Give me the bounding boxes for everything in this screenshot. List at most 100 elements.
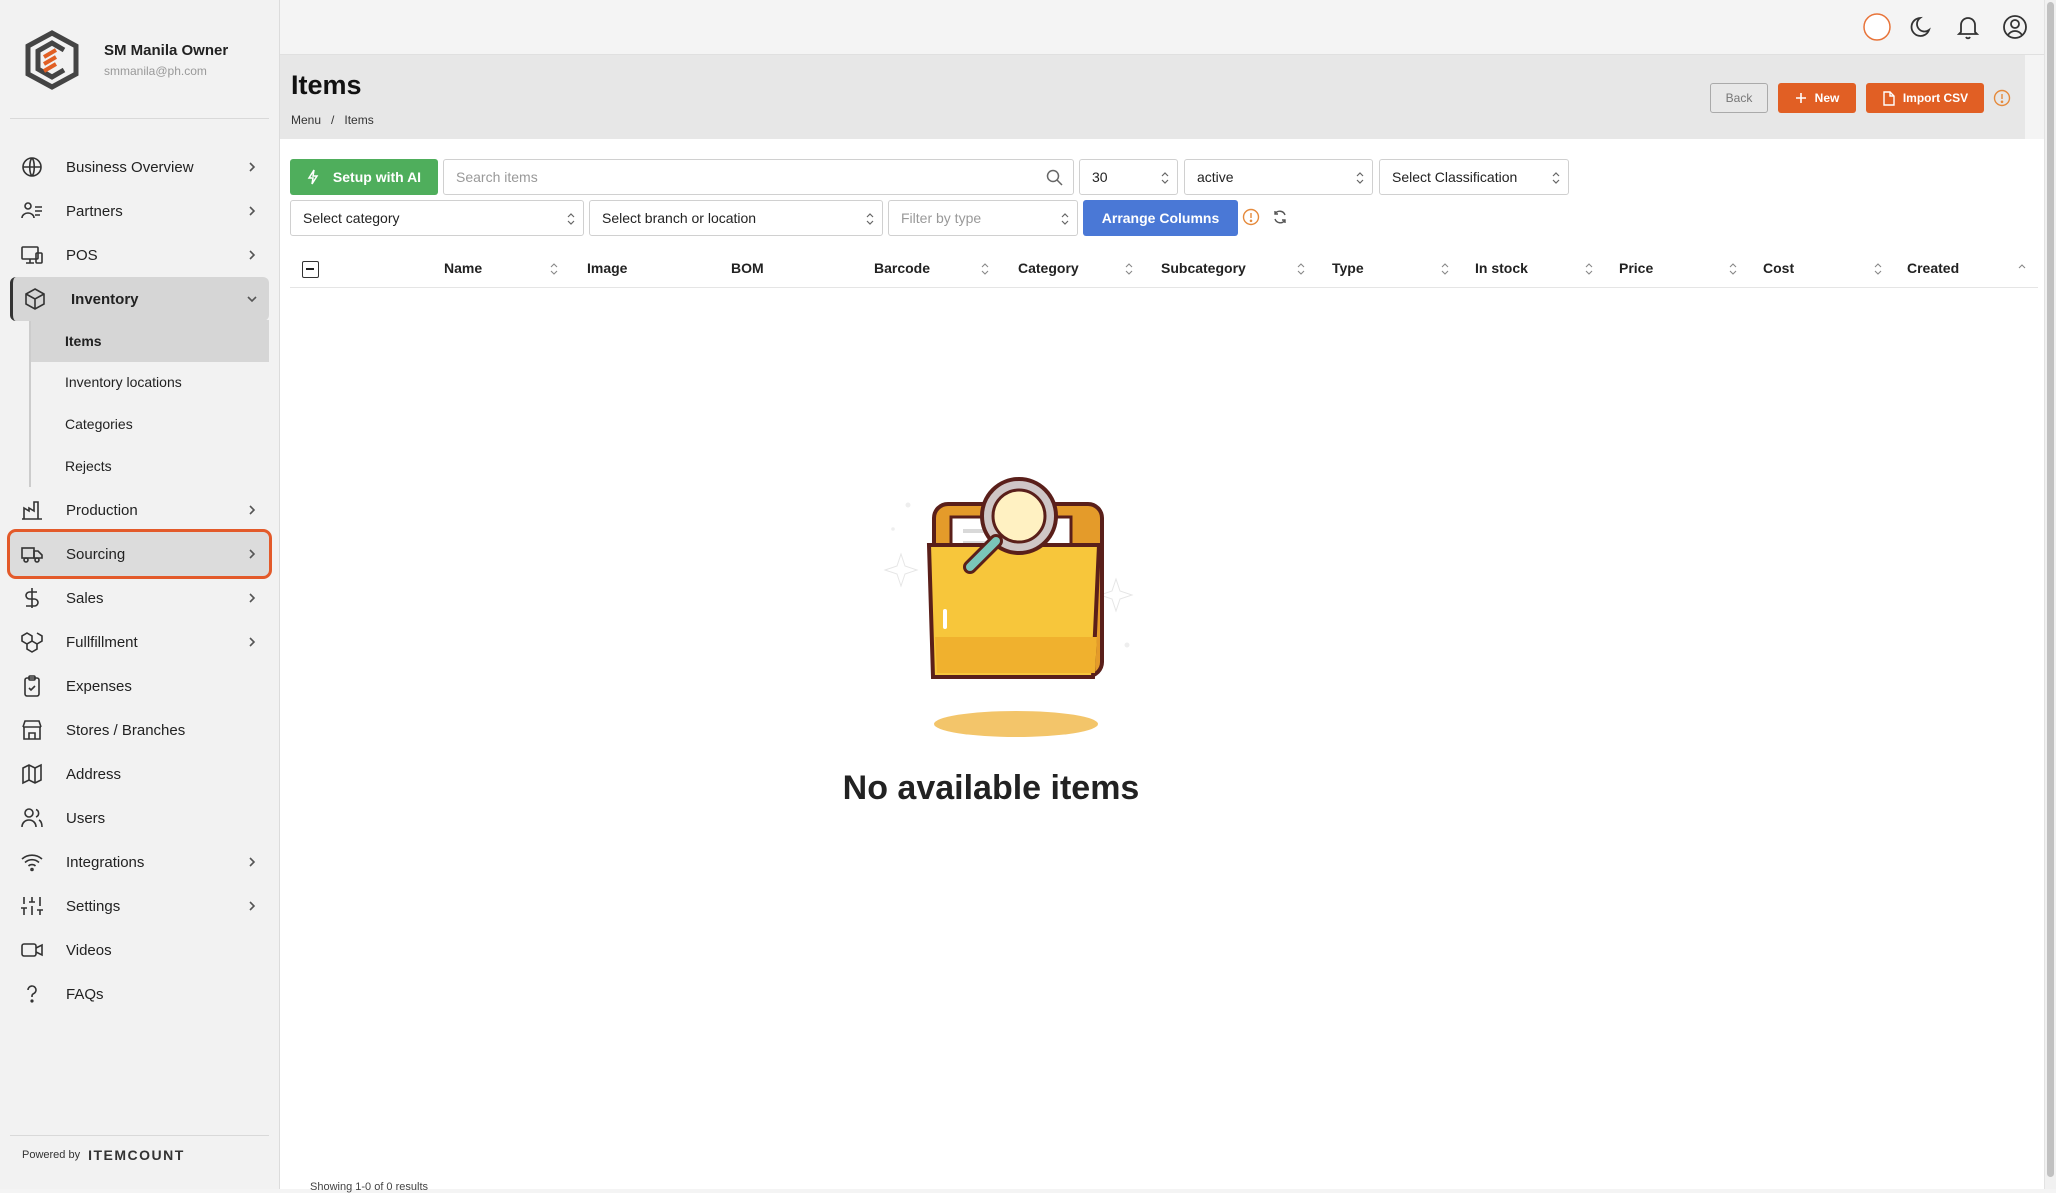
page-size-select[interactable]: 30: [1079, 159, 1178, 195]
sort-icon[interactable]: [1585, 263, 1593, 275]
sidebar-subitem-categories[interactable]: Categories: [31, 403, 269, 445]
chevron-right-icon: [249, 162, 256, 172]
clipboard-icon: [24, 675, 40, 697]
globe-icon: [22, 157, 42, 177]
status-select[interactable]: active: [1184, 159, 1373, 195]
search-icon: [1046, 169, 1063, 186]
sidebar-subitem-items[interactable]: Items: [31, 320, 269, 362]
column-header-subcategory[interactable]: Subcategory: [1161, 260, 1246, 276]
info-warning-icon[interactable]: [1242, 208, 1260, 226]
sidebar-item-sales[interactable]: Sales: [10, 576, 269, 620]
page-title: Items: [291, 70, 362, 100]
updown-icon: [1161, 172, 1169, 184]
column-header-barcode[interactable]: Barcode: [874, 260, 930, 276]
sort-icon[interactable]: [1125, 263, 1133, 275]
column-header-category[interactable]: Category: [1018, 260, 1079, 276]
sidebar-item-expenses[interactable]: Expenses: [10, 664, 269, 708]
sidebar: SM Manila Owner smmanila@ph.com Business…: [0, 0, 280, 1189]
sort-icon[interactable]: [981, 263, 989, 275]
sort-icon[interactable]: [1297, 263, 1305, 275]
type-filter-select[interactable]: Filter by type: [888, 200, 1078, 236]
lightning-icon: [307, 169, 319, 185]
updown-icon: [1552, 172, 1560, 184]
sidebar-item-business-overview[interactable]: Business Overview: [10, 145, 269, 189]
user-email: smmanila@ph.com: [104, 64, 207, 78]
sidebar-item-fullfillment[interactable]: Fullfillment: [10, 620, 269, 664]
sidebar-item-label: Integrations: [66, 853, 145, 871]
chevron-right-icon: [249, 637, 256, 647]
info-warning-icon[interactable]: [1993, 89, 2011, 107]
setup-with-ai-button[interactable]: Setup with AI: [290, 159, 438, 195]
status-circle-icon[interactable]: [1862, 12, 1892, 42]
sidebar-item-label: Inventory: [71, 290, 139, 308]
sidebar-item-faqs[interactable]: FAQs: [10, 972, 269, 1016]
chevron-right-icon: [249, 250, 256, 260]
sidebar-item-inventory[interactable]: Inventory: [10, 277, 269, 321]
sidebar-item-stores-branches[interactable]: Stores / Branches: [10, 708, 269, 752]
column-header-created[interactable]: Created: [1907, 260, 1959, 276]
sidebar-item-pos[interactable]: POS: [10, 233, 269, 277]
column-header-type[interactable]: Type: [1332, 260, 1364, 276]
sidebar-item-videos[interactable]: Videos: [10, 928, 269, 972]
sidebar-item-sourcing[interactable]: Sourcing: [7, 529, 272, 579]
chevron-right-icon: [249, 857, 256, 867]
sidebar-item-label: Business Overview: [66, 158, 194, 176]
video-icon: [21, 943, 43, 957]
sidebar-item-label: POS: [66, 246, 98, 264]
sort-icon[interactable]: [1874, 263, 1882, 275]
sidebar-item-address[interactable]: Address: [10, 752, 269, 796]
refresh-icon[interactable]: [1272, 209, 1288, 225]
user-card: SM Manila Owner smmanila@ph.com: [22, 30, 228, 90]
user-account-icon[interactable]: [2000, 12, 2030, 42]
sidebar-subitem-rejects[interactable]: Rejects: [31, 445, 269, 487]
column-header-in-stock[interactable]: In stock: [1475, 260, 1528, 276]
bell-icon[interactable]: [1953, 12, 1983, 42]
sidebar-item-label: FAQs: [66, 985, 104, 1003]
sort-icon[interactable]: [550, 263, 558, 275]
pos-icon: [21, 246, 43, 264]
sidebar-item-integrations[interactable]: Integrations: [10, 840, 269, 884]
new-button[interactable]: New: [1778, 83, 1856, 113]
scrollbar-thumb[interactable]: [2047, 2, 2054, 1177]
select-all-checkbox[interactable]: [302, 261, 319, 278]
breadcrumb-menu[interactable]: Menu: [291, 113, 321, 127]
sort-ascending-icon[interactable]: [2018, 263, 2026, 275]
sort-icon[interactable]: [1441, 263, 1449, 275]
page-scrollbar[interactable]: [2044, 0, 2056, 1189]
empty-state-message: No available items: [842, 769, 1140, 807]
sidebar-item-settings[interactable]: Settings: [10, 884, 269, 928]
question-icon: [27, 985, 37, 1003]
sidebar-item-users[interactable]: Users: [10, 796, 269, 840]
sidebar-item-production[interactable]: Production: [10, 488, 269, 532]
branch-location-select[interactable]: Select branch or location: [589, 200, 883, 236]
back-button[interactable]: Back: [1710, 83, 1768, 113]
search-input[interactable]: Search items: [443, 159, 1074, 195]
column-header-name[interactable]: Name: [444, 260, 482, 276]
store-icon: [22, 720, 42, 740]
column-header-cost[interactable]: Cost: [1763, 260, 1794, 276]
itemcount-logo-icon: [25, 30, 79, 90]
partners-icon: [21, 202, 42, 219]
sidebar-subitem-inventory-locations[interactable]: Inventory locations: [31, 361, 269, 403]
sidebar-item-label: Fullfillment: [66, 633, 138, 651]
import-csv-button[interactable]: Import CSV: [1866, 83, 1984, 113]
category-select[interactable]: Select category: [290, 200, 584, 236]
boxes-icon: [21, 632, 43, 653]
truck-icon: [21, 547, 43, 563]
sidebar-item-label: Address: [66, 765, 122, 783]
sort-icon[interactable]: [1729, 263, 1737, 275]
column-header-price[interactable]: Price: [1619, 260, 1653, 276]
chevron-right-icon: [249, 505, 256, 515]
sidebar-item-label: Sales: [66, 589, 104, 607]
column-header-bom: BOM: [731, 260, 764, 276]
updown-icon: [567, 213, 575, 225]
sidebar-item-label: Expenses: [66, 677, 132, 695]
top-bar: [280, 0, 2056, 55]
chevron-down-icon: [247, 296, 257, 303]
chevron-right-icon: [249, 206, 256, 216]
classification-select[interactable]: Select Classification: [1379, 159, 1569, 195]
arrange-columns-button[interactable]: Arrange Columns: [1083, 200, 1238, 236]
sidebar-item-partners[interactable]: Partners: [10, 189, 269, 233]
sidebar-item-label: Videos: [66, 941, 112, 959]
moon-icon[interactable]: [1907, 12, 1937, 42]
